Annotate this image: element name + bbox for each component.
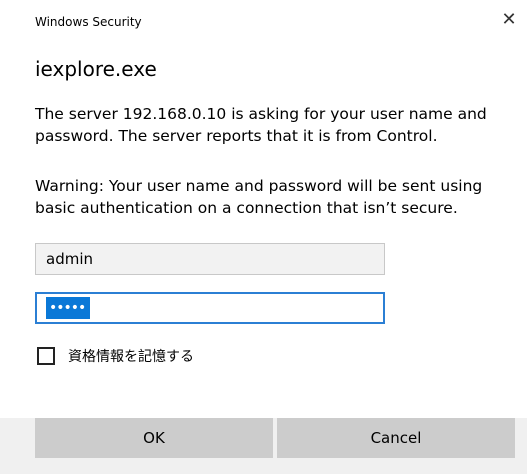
app-title: iexplore.exe <box>35 57 157 81</box>
windows-security-dialog: Windows Security ✕ iexplore.exe The serv… <box>0 0 527 474</box>
username-value: admin <box>46 250 93 268</box>
window-title: Windows Security <box>35 15 142 29</box>
server-request-message: The server 192.168.0.10 is asking for yo… <box>35 105 487 145</box>
password-value: ••••• <box>46 297 91 319</box>
username-field[interactable]: admin <box>35 243 385 275</box>
remember-credentials-label: 資格情報を記憶する <box>68 349 194 365</box>
password-field[interactable]: ••••• <box>35 292 385 324</box>
close-icon[interactable]: ✕ <box>499 10 519 30</box>
warning-message: Warning: Your user name and password wil… <box>35 177 483 217</box>
ok-button[interactable]: OK <box>35 418 273 458</box>
remember-credentials-row[interactable]: 資格情報を記憶する <box>37 346 194 366</box>
cancel-button[interactable]: Cancel <box>277 418 515 458</box>
remember-credentials-checkbox[interactable] <box>37 347 55 365</box>
